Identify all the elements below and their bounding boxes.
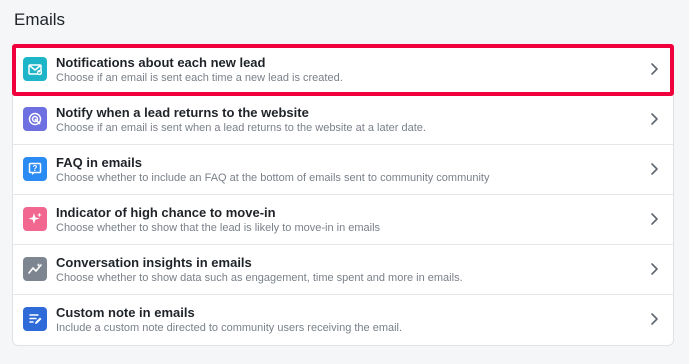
note-icon [23, 307, 47, 331]
chevron-right-icon [647, 162, 661, 176]
setting-title: Indicator of high chance to move-in [56, 205, 276, 220]
insights-icon [23, 257, 47, 281]
setting-description: Choose whether to show that the lead is … [56, 222, 381, 234]
setting-title: FAQ in emails [56, 155, 142, 170]
setting-row-new-lead-notifications[interactable]: Notifications about each new lead Choose… [12, 44, 674, 96]
setting-title: Conversation insights in emails [56, 255, 252, 270]
setting-description: Choose if an email is sent each time a n… [56, 72, 343, 84]
svg-text:?: ? [33, 164, 38, 173]
setting-row-lead-returns[interactable]: Notify when a lead returns to the websit… [13, 95, 673, 145]
chevron-right-icon [647, 62, 661, 76]
setting-row-custom-note[interactable]: Custom note in emails Include a custom n… [13, 295, 673, 345]
sparkle-icon [23, 207, 47, 231]
setting-title: Custom note in emails [56, 305, 195, 320]
setting-title: Notify when a lead returns to the websit… [56, 105, 309, 120]
chevron-right-icon [647, 312, 661, 326]
setting-description: Choose whether to include an FAQ at the … [56, 172, 490, 184]
setting-title: Notifications about each new lead [56, 55, 266, 70]
chevron-right-icon [647, 262, 661, 276]
setting-row-conversation-insights[interactable]: Conversation insights in emails Choose w… [13, 245, 673, 295]
chevron-right-icon [647, 112, 661, 126]
section-title: Emails [14, 10, 66, 29]
return-visit-icon [23, 107, 47, 131]
faq-icon: ? [23, 157, 47, 181]
setting-description: Include a custom note directed to commun… [56, 322, 403, 334]
setting-row-faq-in-emails[interactable]: ? FAQ in emails Choose whether to includ… [13, 145, 673, 195]
chevron-right-icon [647, 212, 661, 226]
email-notification-icon [23, 57, 47, 81]
setting-description: Choose whether to show data such as enga… [56, 272, 463, 284]
setting-row-move-in-indicator[interactable]: Indicator of high chance to move-in Choo… [13, 195, 673, 245]
setting-description: Choose if an email is sent when a lead r… [56, 122, 426, 134]
email-settings-list: Notifications about each new lead Choose… [12, 44, 674, 346]
